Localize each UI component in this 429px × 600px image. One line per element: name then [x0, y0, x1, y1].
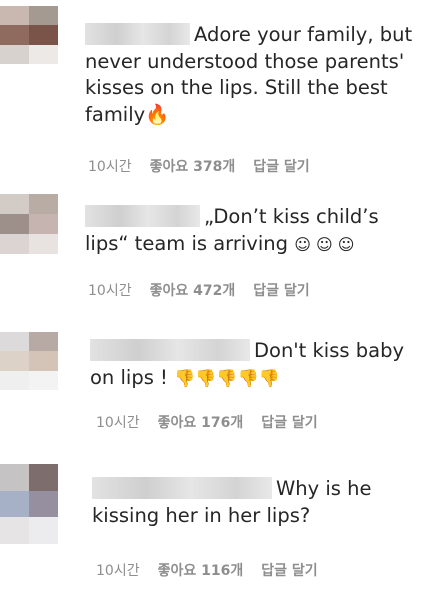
- reply-button[interactable]: 답글 달기: [261, 415, 317, 431]
- redacted-username[interactable]: [92, 477, 272, 499]
- comment-text: Why is he kissing her in her lips?: [92, 476, 392, 529]
- timestamp: 10시간: [88, 283, 132, 299]
- comment-3: Don't kiss baby on lips ! 👎👎👎👎👎 10시간 좋아요 …: [0, 330, 429, 460]
- comment-meta: 10시간 좋아요 116개 답글 달기: [96, 560, 318, 580]
- smile-icon: ☺ ☺ ☺: [294, 234, 355, 254]
- avatar[interactable]: [0, 6, 58, 64]
- thumbs-down-icon: 👎👎👎👎👎: [174, 368, 280, 389]
- like-count[interactable]: 좋아요 378개: [150, 159, 236, 175]
- like-count[interactable]: 좋아요 472개: [150, 283, 236, 299]
- redacted-username[interactable]: [85, 205, 200, 227]
- timestamp: 10시간: [96, 415, 140, 431]
- reply-button[interactable]: 답글 달기: [253, 159, 309, 175]
- fire-icon: 🔥: [145, 102, 170, 126]
- comment-text: „Don’t kiss child’s lips“ team is arrivi…: [85, 204, 420, 258]
- like-count[interactable]: 좋아요 116개: [158, 563, 244, 579]
- comment-meta: 10시간 좋아요 378개 답글 달기: [88, 156, 310, 176]
- timestamp: 10시간: [88, 159, 132, 175]
- redacted-username[interactable]: [85, 23, 190, 45]
- comment-text: Adore your family, but never understood …: [85, 22, 420, 128]
- avatar[interactable]: [0, 464, 58, 544]
- avatar[interactable]: [0, 194, 58, 254]
- comment-4: Why is he kissing her in her lips? 10시간 좋…: [0, 462, 429, 600]
- comment-1: Adore your family, but never understood …: [0, 0, 429, 190]
- comment-2: „Don’t kiss child’s lips“ team is arrivi…: [0, 190, 429, 330]
- reply-button[interactable]: 답글 달기: [253, 283, 309, 299]
- reply-button[interactable]: 답글 달기: [261, 563, 317, 579]
- comment-text: Don't kiss baby on lips ! 👎👎👎👎👎: [90, 338, 420, 392]
- timestamp: 10시간: [96, 563, 140, 579]
- avatar[interactable]: [0, 332, 58, 390]
- comment-meta: 10시간 좋아요 472개 답글 달기: [88, 280, 310, 300]
- like-count[interactable]: 좋아요 176개: [158, 415, 244, 431]
- comment-meta: 10시간 좋아요 176개 답글 달기: [96, 412, 318, 432]
- redacted-username[interactable]: [90, 339, 250, 361]
